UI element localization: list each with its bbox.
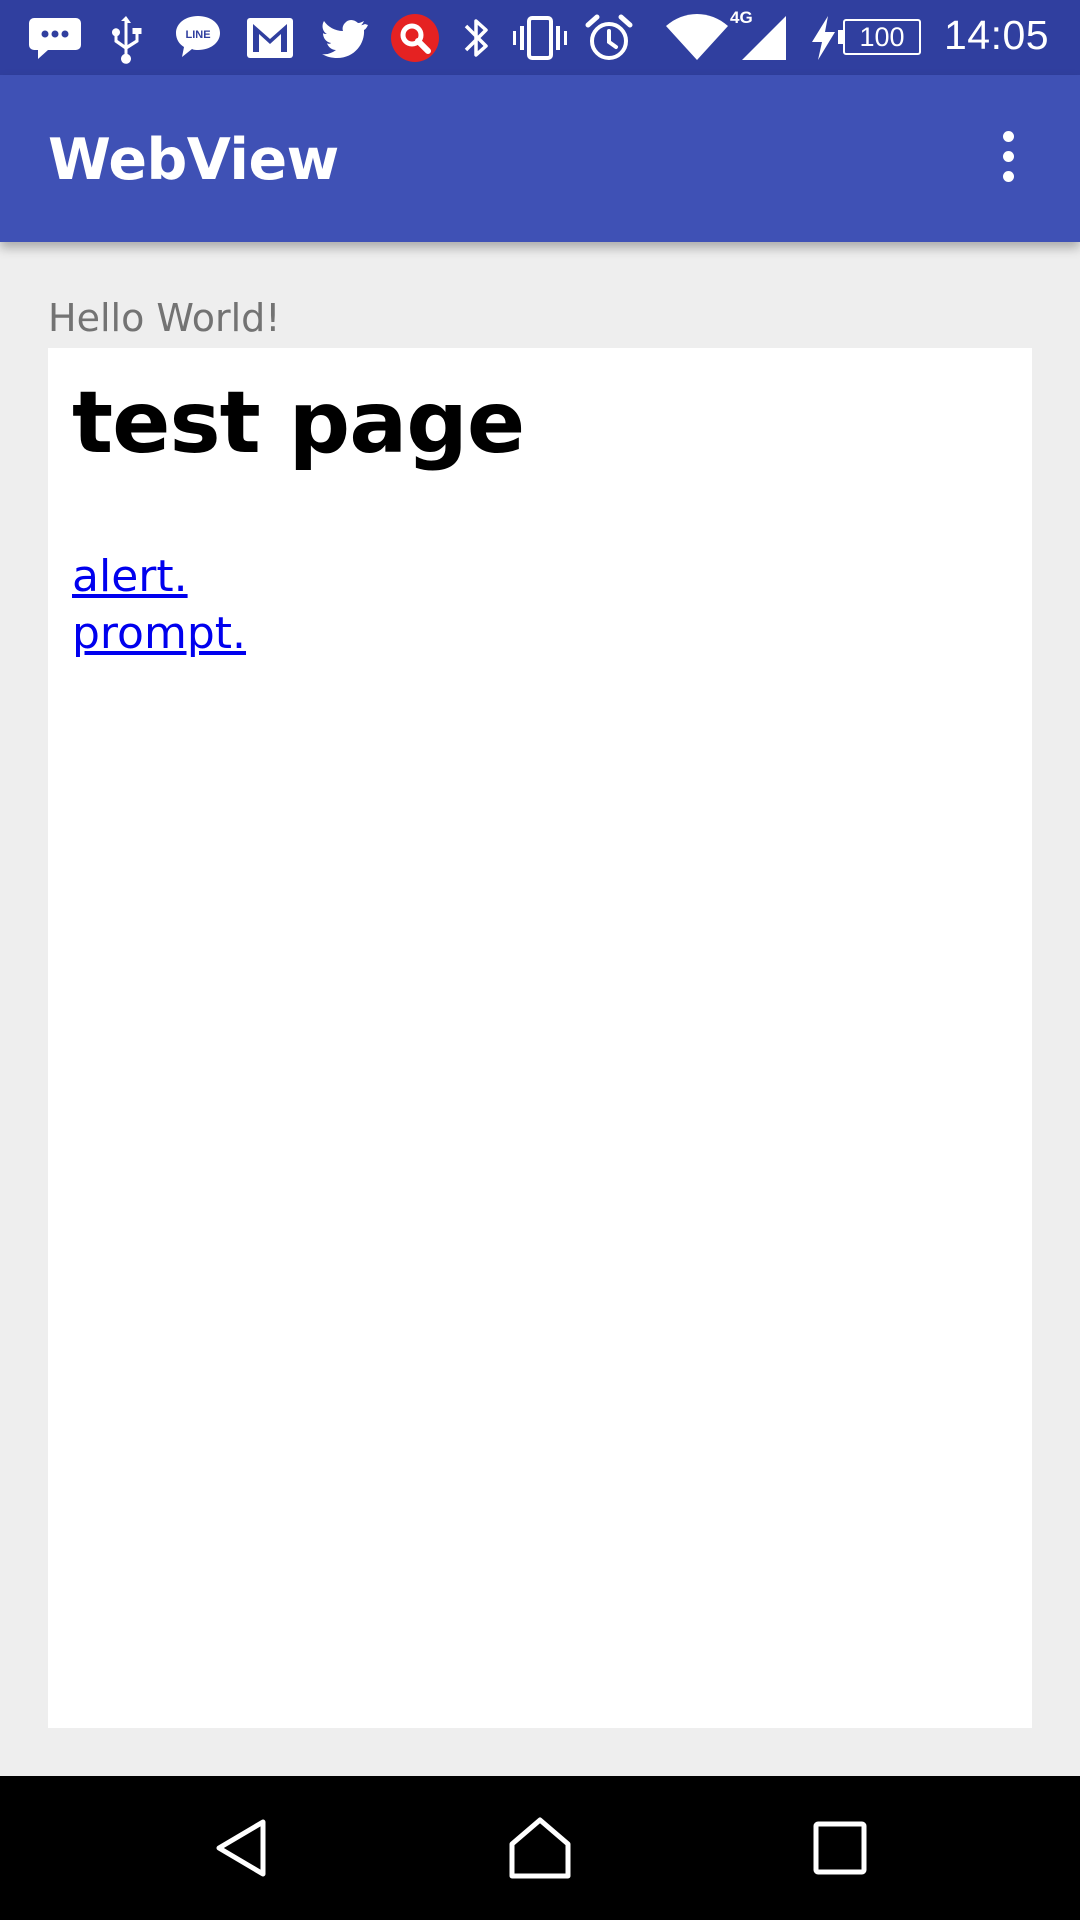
battery-level: 100 [859, 21, 905, 52]
app-title: WebView [48, 127, 339, 193]
battery-indicator: 100 [838, 19, 921, 55]
overflow-menu-button[interactable] [980, 121, 1036, 191]
app-bar: WebView [0, 75, 1080, 242]
home-icon [509, 1817, 571, 1879]
svg-text:LINE: LINE [185, 29, 210, 41]
status-clock: 14:05 [944, 12, 1050, 58]
bluetooth-icon [458, 12, 494, 64]
hello-world-text: Hello World! [48, 296, 281, 340]
overflow-menu-icon-dot [1002, 170, 1014, 182]
alert-link[interactable]: alert. [72, 552, 188, 601]
line-app-icon: LINE [172, 12, 224, 64]
back-icon [216, 1819, 266, 1877]
page-heading: test page [72, 373, 525, 473]
overflow-menu-icon-dot [1002, 150, 1014, 162]
recents-icon [813, 1821, 867, 1875]
gmail-icon [244, 12, 296, 64]
navigation-bar [0, 1776, 1080, 1920]
back-button[interactable] [191, 1798, 291, 1898]
prompt-link[interactable]: prompt. [72, 609, 246, 658]
messenger-notification-icon [28, 12, 82, 64]
charging-icon [808, 12, 838, 64]
webview-frame[interactable]: test page alert. prompt. [48, 348, 1032, 1728]
usb-icon [106, 12, 146, 64]
status-bar: LINE 4G 100 14:05 [0, 0, 1080, 75]
twitter-icon [318, 12, 368, 64]
vibrate-icon [512, 12, 568, 64]
search-app-icon [389, 12, 441, 64]
overflow-menu-icon [1002, 130, 1014, 142]
recents-button[interactable] [790, 1798, 890, 1898]
wifi-icon [664, 12, 730, 64]
home-button[interactable] [490, 1798, 590, 1898]
alarm-icon [584, 12, 634, 64]
cell-signal-icon [740, 12, 790, 64]
